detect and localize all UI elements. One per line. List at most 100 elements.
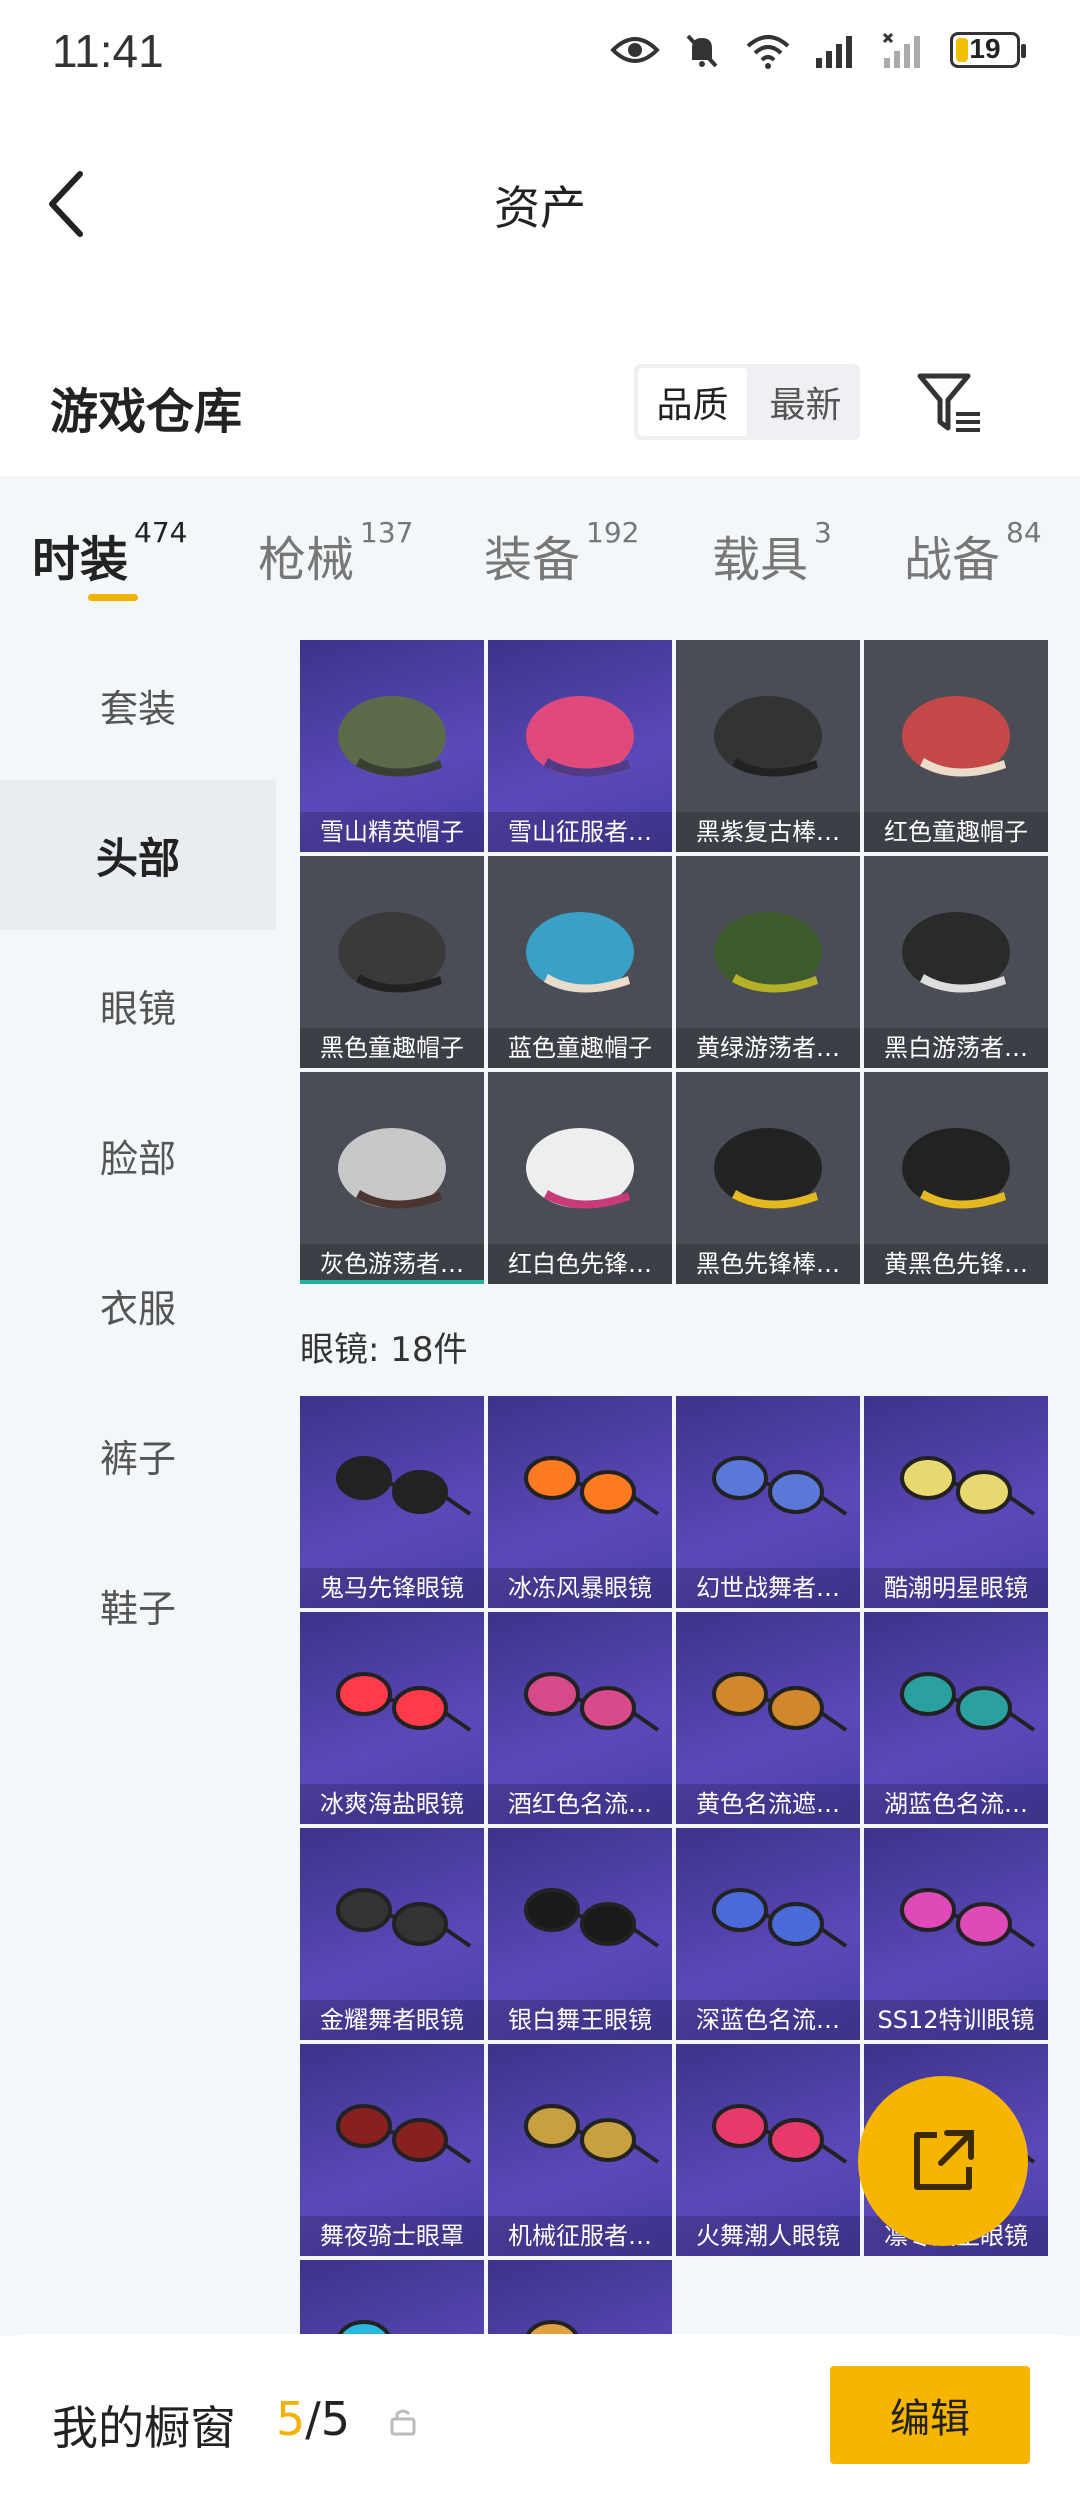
tab-label: 战备 [904,532,1001,588]
item-image [900,1888,1036,1948]
tab-supplies[interactable]: 战备 84 [904,516,1042,590]
sidebar-item-head[interactable]: 头部 [0,780,276,930]
item-image [902,696,1010,777]
head-item-tile[interactable]: 灰色游荡者… [300,1072,484,1284]
item-image [902,912,1010,993]
share-icon [914,2130,974,2190]
item-image [525,2320,620,2336]
tab-label: 时装 [32,532,129,588]
signal-2-icon [882,32,920,68]
showcase-current: 5 [276,2392,306,2446]
glasses-section-label: 眼镜: 18件 [300,1330,468,1370]
glasses-item-tile[interactable]: 幻世战舞者… [676,1396,860,1608]
sidebar-item-shoes[interactable]: 鞋子 [0,1530,276,1680]
glasses-item-tile[interactable] [300,2260,484,2336]
sort-quality[interactable]: 品质 [638,368,747,436]
item-name: 红白色先锋… [488,1244,672,1284]
showcase-bar: 我的橱窗 5/5 编辑 [0,2334,1080,2504]
item-name: 蓝色童趣帽子 [488,1028,672,1068]
sidebar-item-face[interactable]: 脸部 [0,1080,276,1230]
item-name: 深蓝色名流… [676,2000,860,2040]
item-name: 酷潮明星眼镜 [864,1568,1048,1608]
head-item-tile[interactable]: 黄黑色先锋… [864,1072,1048,1284]
tab-count: 192 [586,516,640,549]
sidebar-item-pants[interactable]: 裤子 [0,1380,276,1530]
item-image [336,1888,472,1948]
item-image [712,1672,848,1732]
head-item-tile[interactable]: 黑色先锋棒… [676,1072,860,1284]
item-image [337,2320,432,2336]
item-image [338,912,446,993]
glasses-item-tile[interactable]: SS12特训眼镜 [864,1828,1048,2040]
eye-icon [610,37,660,63]
sort-latest[interactable]: 最新 [751,364,860,440]
item-name: 鬼马先锋眼镜 [300,1568,484,1608]
head-item-tile[interactable]: 黑紫复古棒… [676,640,860,852]
glasses-item-tile[interactable]: 酷潮明星眼镜 [864,1396,1048,1608]
tab-count: 84 [1006,516,1042,549]
glasses-item-tile[interactable]: 舞夜骑士眼罩 [300,2044,484,2256]
head-item-tile[interactable]: 黑色童趣帽子 [300,856,484,1068]
head-item-tile[interactable]: 黄绿游荡者… [676,856,860,1068]
item-image [336,2104,472,2164]
glasses-item-tile[interactable]: 冰爽海盐眼镜 [300,1612,484,1824]
item-name: 冰爽海盐眼镜 [300,1784,484,1824]
item-name: 酒红色名流… [488,1784,672,1824]
glasses-item-tile[interactable]: 湖蓝色名流… [864,1612,1048,1824]
item-name: 黄色名流遮… [676,1784,860,1824]
tab-count: 137 [360,516,414,549]
glasses-item-tile[interactable]: 鬼马先锋眼镜 [300,1396,484,1608]
head-item-tile[interactable]: 蓝色童趣帽子 [488,856,672,1068]
lock-icon [390,2409,416,2436]
item-image [712,2104,848,2164]
glasses-item-tile[interactable]: 火舞潮人眼镜 [676,2044,860,2256]
item-name: 银白舞王眼镜 [488,2000,672,2040]
filter-icon[interactable] [916,370,986,436]
item-image [714,912,822,993]
status-bar: 11:41 19 [0,0,1080,110]
sidebar-item-clothes[interactable]: 衣服 [0,1230,276,1380]
glasses-item-tile[interactable]: 黄色名流遮… [676,1612,860,1824]
edit-button[interactable]: 编辑 [830,2366,1030,2464]
item-name: 黄绿游荡者… [676,1028,860,1068]
mute-bell-icon [686,34,718,68]
tab-label: 枪械 [258,532,355,588]
item-image [526,912,634,993]
showcase-count: 5/5 [276,2392,350,2446]
glasses-item-tile[interactable]: 冰冻风暴眼镜 [488,1396,672,1608]
tab-equipment[interactable]: 装备 192 [484,516,639,590]
tab-vehicles[interactable]: 载具 3 [712,516,832,590]
item-image [338,1128,446,1209]
sidebar-item-outfit[interactable]: 套装 [0,630,276,780]
item-name: 黑紫复古棒… [676,812,860,852]
status-icons: 19 [610,30,1026,70]
item-image [900,1672,1036,1732]
sort-toggle: 品质 最新 [634,364,860,440]
share-button[interactable] [858,2076,1028,2246]
head-item-tile[interactable]: 黑白游荡者… [864,856,1048,1068]
item-progress-bar [300,1280,484,1284]
item-name: 灰色游荡者… [300,1244,484,1284]
head-item-tile[interactable]: 红色童趣帽子 [864,640,1048,852]
glasses-item-tile[interactable]: 金耀舞者眼镜 [300,1828,484,2040]
item-image [338,696,446,777]
glasses-item-tile[interactable]: 酒红色名流… [488,1612,672,1824]
item-image [712,1888,848,1948]
item-name: 红色童趣帽子 [864,812,1048,852]
glasses-item-tile[interactable]: 机械征服者… [488,2044,672,2256]
tab-guns[interactable]: 枪械 137 [258,516,413,590]
item-name: 幻世战舞者… [676,1568,860,1608]
item-image [714,696,822,777]
head-item-tile[interactable]: 雪山精英帽子 [300,640,484,852]
tab-label: 载具 [712,532,809,588]
glasses-item-tile[interactable]: 银白舞王眼镜 [488,1828,672,2040]
warehouse-title: 游戏仓库 [50,384,243,440]
item-image [900,1456,1036,1516]
head-item-tile[interactable]: 雪山征服者… [488,640,672,852]
tab-fashion[interactable]: 时装 474 [32,516,187,590]
sidebar-item-glasses[interactable]: 眼镜 [0,930,276,1080]
item-name: 黑色童趣帽子 [300,1028,484,1068]
glasses-item-tile[interactable] [488,2260,672,2336]
head-item-tile[interactable]: 红白色先锋… [488,1072,672,1284]
glasses-item-tile[interactable]: 深蓝色名流… [676,1828,860,2040]
